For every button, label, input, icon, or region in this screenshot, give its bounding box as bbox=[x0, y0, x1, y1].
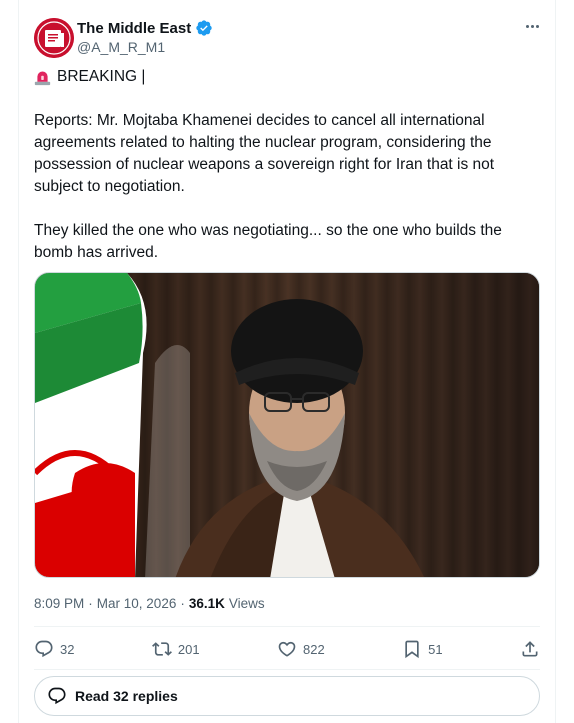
read-replies-label: Read 32 replies bbox=[75, 688, 178, 704]
siren-icon bbox=[34, 71, 51, 85]
share-button[interactable] bbox=[520, 639, 540, 659]
share-icon bbox=[522, 641, 538, 657]
reply-button[interactable]: 32 bbox=[34, 639, 74, 659]
repost-button[interactable]: 201 bbox=[151, 639, 200, 659]
breaking-line: BREAKING | bbox=[34, 66, 524, 88]
author-handle[interactable]: @A_M_R_M1 bbox=[77, 39, 165, 55]
tweet-date[interactable]: Mar 10, 2026 bbox=[97, 596, 177, 611]
repost-count: 201 bbox=[177, 641, 200, 657]
views-label: Views bbox=[228, 596, 265, 611]
tweet-paragraph-2: They killed the one who was negotiating.… bbox=[34, 222, 502, 261]
views-count: 36.1K bbox=[188, 596, 225, 611]
reply-count: 32 bbox=[60, 641, 75, 657]
divider-top bbox=[34, 626, 540, 627]
meta-separator: · bbox=[88, 596, 93, 611]
divider-bottom bbox=[34, 669, 540, 670]
read-replies-button[interactable]: Read 32 replies bbox=[34, 676, 540, 716]
like-button[interactable]: 822 bbox=[277, 639, 325, 659]
meta-separator-2: · bbox=[180, 596, 185, 611]
tweet-media-photo[interactable] bbox=[34, 272, 540, 578]
author-name-text[interactable]: The Middle East bbox=[77, 20, 191, 37]
tweet-meta: 8:09 PM · Mar 10, 2026 · 36.1K Views bbox=[34, 596, 265, 611]
breaking-label: BREAKING | bbox=[57, 68, 146, 85]
action-bar: 32 201 822 51 bbox=[34, 632, 540, 666]
author-name[interactable]: The Middle East bbox=[77, 19, 213, 37]
tweet-text: BREAKING | Reports: Mr. Mojtaba Khamenei… bbox=[34, 66, 524, 264]
verified-badge-icon bbox=[196, 20, 212, 36]
more-icon[interactable] bbox=[520, 16, 544, 36]
bookmark-button[interactable]: 51 bbox=[402, 639, 443, 659]
tweet-paragraph-1: Reports: Mr. Mojtaba Khamenei decides to… bbox=[34, 112, 495, 195]
reply-icon bbox=[35, 640, 53, 658]
repost-icon bbox=[151, 642, 172, 656]
like-icon bbox=[278, 641, 296, 657]
bookmark-count: 51 bbox=[428, 641, 443, 657]
author-avatar[interactable] bbox=[34, 18, 74, 58]
reply-bubble-icon bbox=[48, 687, 66, 705]
bookmark-icon bbox=[405, 640, 419, 659]
tweet-time[interactable]: 8:09 PM bbox=[34, 596, 84, 611]
like-count: 822 bbox=[302, 641, 325, 657]
